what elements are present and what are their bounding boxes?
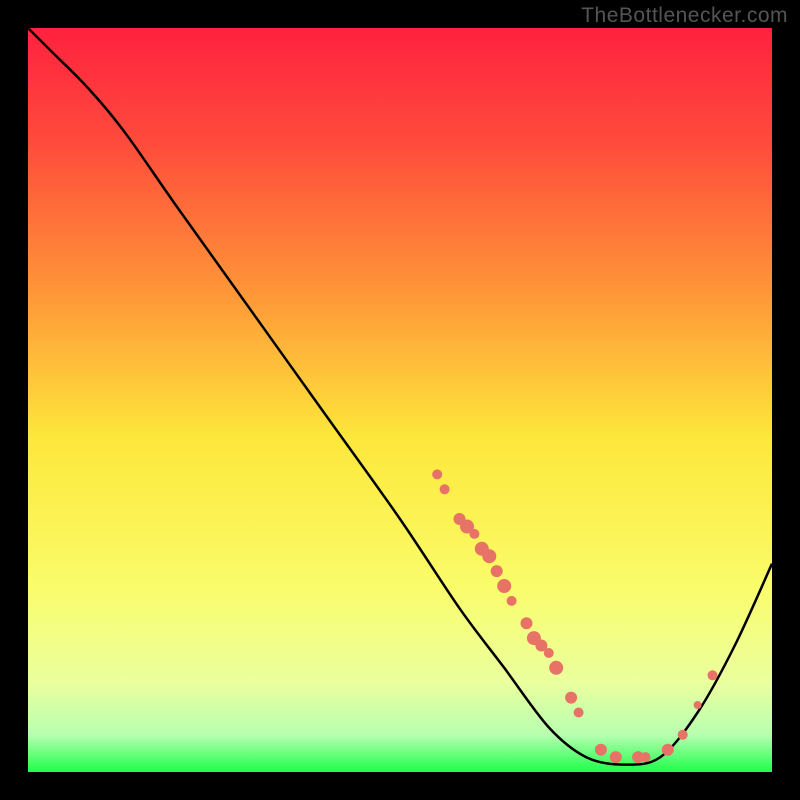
- data-point: [694, 701, 702, 709]
- data-point: [595, 744, 607, 756]
- data-point: [662, 744, 674, 756]
- data-point: [469, 529, 479, 539]
- data-point: [549, 661, 563, 675]
- gradient-background: [28, 28, 772, 772]
- data-point: [678, 730, 688, 740]
- data-point: [565, 692, 577, 704]
- data-point: [708, 670, 718, 680]
- data-point: [497, 579, 511, 593]
- data-point: [482, 549, 496, 563]
- chart-frame: TheBottlenecker.com: [0, 0, 800, 800]
- data-point: [491, 565, 503, 577]
- watermark-text: TheBottlenecker.com: [581, 4, 788, 28]
- data-point: [432, 469, 442, 479]
- data-point: [544, 648, 554, 658]
- bottleneck-curve-chart: [28, 28, 772, 772]
- data-point: [641, 752, 651, 762]
- data-point: [440, 484, 450, 494]
- data-point: [507, 596, 517, 606]
- data-point: [574, 708, 584, 718]
- data-point: [610, 751, 622, 763]
- data-point: [521, 617, 533, 629]
